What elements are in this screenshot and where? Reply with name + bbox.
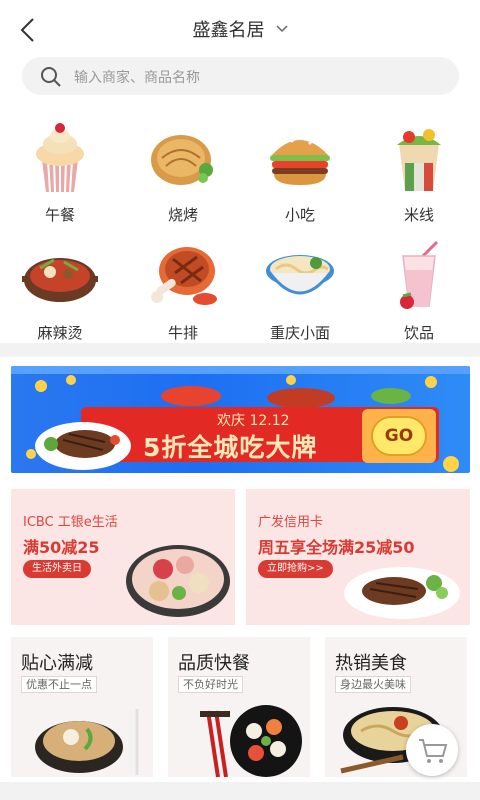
cart-icon: [419, 739, 448, 763]
category-malatang[interactable]: 麻辣烫: [5, 236, 115, 343]
feature-subtitle: 身边最火美味: [335, 676, 411, 693]
category-snack[interactable]: 小吃: [245, 118, 355, 225]
category-label: 小吃: [284, 206, 315, 224]
go-button-label: GO: [371, 416, 427, 456]
search-input[interactable]: 输入商家、商品名称: [22, 57, 459, 95]
category-label: 米线: [403, 206, 434, 224]
feature-title: 热销美食: [335, 653, 407, 674]
burger-icon: [270, 135, 330, 185]
drink-icon: [400, 240, 439, 309]
section-divider: [0, 343, 480, 357]
bottom-spacer: [0, 782, 480, 800]
feature-card-discount[interactable]: 贴心满减 优惠不止一点: [11, 637, 153, 777]
banner-headline: 5折全城吃大牌: [143, 433, 318, 462]
feature-title: 品质快餐: [178, 653, 250, 674]
hotpot-icon: [22, 258, 98, 302]
sushi-platter-image: [200, 705, 302, 777]
category-label: 饮品: [403, 324, 434, 342]
promo-title: 广发信用卡: [258, 515, 324, 530]
category-label: 牛排: [167, 324, 198, 342]
steak-icon: [151, 247, 217, 305]
category-label: 麻辣烫: [37, 324, 83, 342]
category-steak[interactable]: 牛排: [128, 236, 238, 343]
promo-card-cgb[interactable]: 广发信用卡 周五享全场满25减50 立即抢购>>: [246, 489, 470, 625]
chevron-down-icon[interactable]: [276, 25, 288, 33]
category-bbq[interactable]: 烧烤: [128, 118, 238, 225]
promo-banner[interactable]: 欢庆 12.12 5折全城吃大牌 GO: [11, 366, 470, 473]
cupcake-icon: [36, 123, 84, 193]
cart-button[interactable]: [406, 724, 458, 776]
category-rice-noodle[interactable]: 米线: [364, 118, 474, 225]
category-label: 重庆小面: [269, 324, 330, 342]
feature-card-fastfood[interactable]: 品质快餐 不负好时光: [168, 637, 310, 777]
hotpot-dish-image: [35, 709, 139, 775]
platter-image: [126, 545, 230, 617]
steak-plate-image: [35, 422, 131, 470]
top-bar: 盛鑫名居: [0, 0, 480, 58]
category-drinks[interactable]: 饮品: [364, 236, 474, 343]
go-button[interactable]: GO: [362, 409, 436, 463]
location-selector[interactable]: 盛鑫名居: [0, 16, 480, 42]
promo-title: ICBC 工银e生活: [23, 515, 118, 530]
promo-button[interactable]: 立即抢购>>: [258, 560, 333, 578]
category-label: 烧烤: [167, 206, 198, 224]
feature-title: 贴心满减: [21, 653, 93, 674]
category-lunch[interactable]: 午餐: [5, 118, 115, 225]
page-title[interactable]: 盛鑫名居: [192, 20, 264, 41]
promo-headline: 满50减25: [23, 538, 100, 557]
steak-plate-image: [344, 567, 460, 619]
search-placeholder: 输入商家、商品名称: [74, 70, 200, 86]
category-label: 午餐: [44, 206, 75, 224]
banner-subtitle: 欢庆 12.12: [217, 413, 290, 429]
promo-card-icbc[interactable]: ICBC 工银e生活 满50减25 生活外卖日: [11, 489, 235, 625]
promo-headline: 周五享全场满25减50: [258, 538, 415, 557]
feature-subtitle: 优惠不止一点: [21, 676, 97, 693]
feature-subtitle: 不负好时光: [178, 676, 243, 693]
flatbread-icon: [151, 135, 213, 185]
search-icon: [41, 67, 61, 87]
category-chongqing-noodles[interactable]: 重庆小面: [245, 236, 355, 343]
promo-button[interactable]: 生活外卖日: [23, 560, 91, 578]
noodle-bowl-icon: [266, 255, 334, 295]
wrap-icon: [397, 129, 441, 191]
